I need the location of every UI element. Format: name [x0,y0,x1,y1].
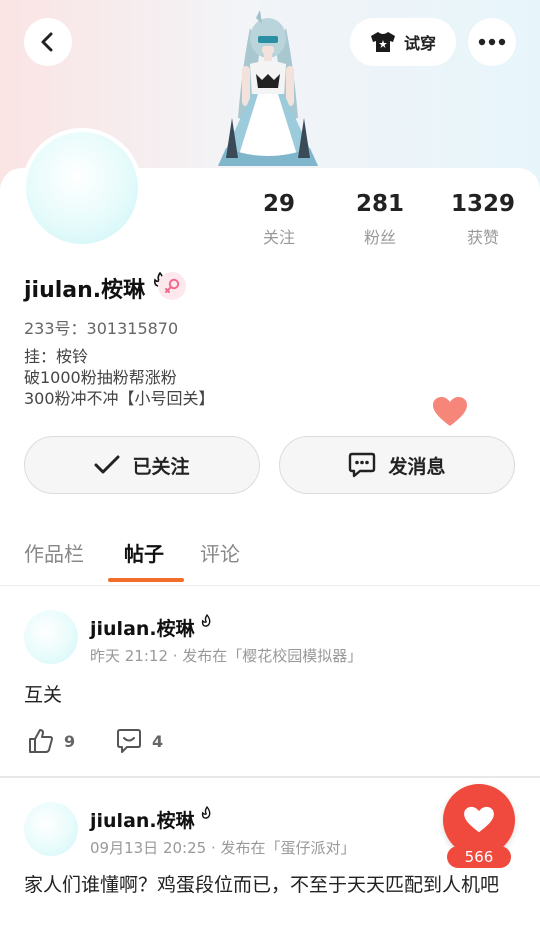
post-body: 互关 [24,684,63,706]
back-arrow-icon [41,32,53,52]
stat-likes[interactable]: 1329 获赞 [438,190,528,248]
comment-icon [117,729,141,753]
followed-label: 已关注 [132,455,190,478]
flame-badge-icon [202,613,211,627]
stat-value: 29 [262,191,295,217]
bio-line: 挂：桉铃 [24,347,89,366]
post-author-row[interactable]: jiulan.桉琳 [90,613,213,641]
post-body: 家人们谁懂啊？鸡蛋段位而已，不至于天天匹配到人机吧 [24,874,500,896]
female-icon [165,278,180,293]
thumbs-up-icon [29,729,53,753]
stat-label: 粉丝 [363,228,396,247]
more-dots-icon [478,38,506,46]
send-message-label: 发消息 [388,455,446,478]
stat-value: 281 [355,191,404,217]
gender-badge [158,272,186,300]
comment-count: 4 [152,731,164,751]
post-item[interactable]: jiulan.桉琳 昨天 21:12 · 发布在「樱花校园模拟器」 互关 9 4 [0,586,540,776]
profile-name: jiulan.桉琳 [24,278,146,303]
bio-line: 300粉冲不冲【小号回关】 [24,389,215,408]
post-author-avatar[interactable] [24,802,78,856]
post-author-avatar[interactable] [24,610,78,664]
like-count: 9 [64,731,76,751]
post-author-name: jiulan.桉琳 [90,810,195,832]
content-tabs: 作品栏 帖子 评论 [0,530,540,584]
back-button[interactable] [24,18,72,66]
message-bubble-icon [349,452,376,478]
tab-posts[interactable]: 帖子 [124,538,164,567]
stat-followers[interactable]: 281 粉丝 [335,190,425,248]
stat-value: 1329 [450,191,515,217]
post-author-row[interactable]: jiulan.桉琳 [90,805,213,833]
tshirt-icon [370,32,395,52]
post-meta: 09月13日 20:25 · 发布在「蛋仔派对」 [90,839,356,857]
flame-badge-icon [202,805,211,819]
tab-works[interactable]: 作品栏 [24,538,84,567]
profile-avatar[interactable] [22,128,142,248]
post-author-name: jiulan.桉琳 [90,618,195,640]
floating-like-count: 566 [447,846,511,868]
post-comment-button[interactable]: 4 [116,728,163,754]
try-on-label: 试穿 [403,34,436,53]
active-tab-indicator [108,578,184,582]
profile-name-row: jiulan.桉琳 [24,271,167,304]
post-like-button[interactable]: 9 [28,728,75,754]
send-message-button[interactable]: 发消息 [279,436,515,494]
tab-comments[interactable]: 评论 [200,538,240,567]
bio-line: 破1000粉抽粉帮涨粉 [24,368,177,387]
try-on-button[interactable]: 试穿 [350,18,456,66]
followed-button[interactable]: 已关注 [24,436,260,494]
heart-icon [433,397,467,426]
stat-label: 获赞 [466,228,499,247]
more-button[interactable] [468,18,516,66]
avatar-character-figure [218,10,318,166]
user-id: 233号：301315870 [24,319,179,338]
profile-bio: 挂：桉铃 破1000粉抽粉帮涨粉 300粉冲不冲【小号回关】 [24,346,215,409]
stat-label: 关注 [262,228,295,247]
checkmark-icon [94,455,120,474]
stat-following[interactable]: 29 关注 [234,190,324,248]
heart-icon [464,806,494,833]
post-meta: 昨天 21:12 · 发布在「樱花校园模拟器」 [90,647,363,665]
